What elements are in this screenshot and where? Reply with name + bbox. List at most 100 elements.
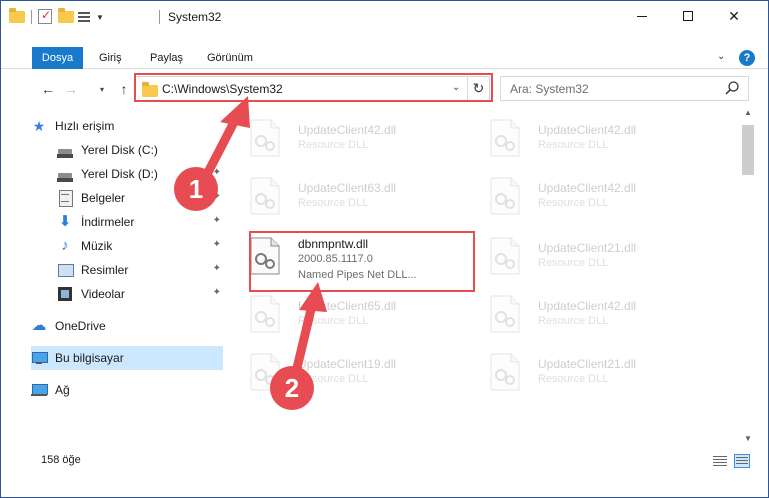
minimize-button[interactable] bbox=[619, 1, 665, 31]
sidebar-item-onedrive[interactable]: ☁ OneDrive bbox=[31, 314, 223, 338]
file-name: UpdateClient42.dll bbox=[298, 123, 397, 137]
sidebar-item-label: Resimler bbox=[81, 263, 129, 277]
sidebar-item-label: Hızlı erişim bbox=[55, 119, 115, 133]
file-description: Named Pipes Net DLL... bbox=[298, 269, 417, 281]
forward-arrow-icon[interactable]: → bbox=[61, 79, 81, 99]
window-title: System32 bbox=[168, 10, 222, 24]
file-item[interactable]: UpdateClient63.dll Resource DLL bbox=[231, 171, 459, 221]
explorer-window: ▼ System32 ✕ Dosya Giriş Paylaş Görünüm … bbox=[0, 0, 769, 498]
dll-file-icon bbox=[249, 177, 281, 215]
file-item[interactable]: UpdateClient42.dll Resource DLL bbox=[471, 113, 699, 163]
file-description: Resource DLL bbox=[538, 139, 609, 151]
file-name: UpdateClient42.dll bbox=[538, 181, 637, 195]
properties-check-icon[interactable] bbox=[38, 8, 54, 25]
download-icon: ⬇ bbox=[58, 213, 72, 230]
recent-locations-icon[interactable]: ▾ bbox=[92, 79, 112, 99]
file-item-dbnmpntw[interactable]: dbnmpntw.dll 2000.85.1117.0 Named Pipes Ne… bbox=[231, 231, 459, 281]
properties-icon[interactable] bbox=[78, 10, 92, 24]
sidebar-item-this-pc[interactable]: Bu bilgisayar bbox=[31, 346, 223, 370]
sidebar-item-local-disk-c[interactable]: Yerel Disk (C:) bbox=[57, 138, 223, 162]
address-bar[interactable]: C:\Windows\System32 ⌄ bbox=[135, 76, 468, 101]
pin-icon[interactable]: ✦ bbox=[213, 287, 221, 298]
file-item[interactable]: UpdateClient19.dll Resource DLL bbox=[231, 347, 459, 397]
new-folder-icon[interactable] bbox=[58, 8, 74, 25]
help-icon[interactable]: ? bbox=[739, 50, 755, 66]
sidebar-item-label: Ağ bbox=[55, 383, 70, 397]
sidebar-item-label: Videolar bbox=[81, 287, 125, 301]
sidebar-item-network[interactable]: Ağ bbox=[31, 378, 223, 402]
sidebar-item-label: Yerel Disk (C:) bbox=[81, 143, 158, 157]
file-item[interactable]: UpdateClient42.dll Resource DLL bbox=[231, 113, 459, 163]
tab-share[interactable]: Paylaş bbox=[140, 47, 193, 69]
dll-file-icon bbox=[489, 295, 521, 333]
vertical-scrollbar[interactable]: ▲ ▼ bbox=[740, 105, 756, 445]
title-separator bbox=[159, 10, 160, 24]
disk-icon bbox=[57, 142, 73, 158]
file-name: UpdateClient21.dll bbox=[538, 241, 637, 255]
search-icon[interactable] bbox=[724, 80, 740, 96]
sidebar-item-label: İndirmeler bbox=[81, 215, 135, 229]
refresh-icon[interactable]: ↻ bbox=[468, 76, 490, 101]
file-item[interactable]: UpdateClient21.dll Resource DLL bbox=[471, 231, 699, 281]
pin-icon[interactable]: ✦ bbox=[213, 239, 221, 250]
up-arrow-icon[interactable]: ↑ bbox=[114, 79, 134, 99]
file-description: Resource DLL bbox=[538, 257, 609, 269]
sidebar-item-quick-access[interactable]: ★ Hızlı erişim bbox=[31, 114, 223, 138]
scroll-down-icon[interactable]: ▼ bbox=[740, 431, 756, 447]
file-name: UpdateClient63.dll bbox=[298, 181, 397, 195]
search-box[interactable] bbox=[500, 76, 749, 101]
sidebar-item-label: Belgeler bbox=[81, 191, 126, 205]
close-button[interactable]: ✕ bbox=[711, 1, 757, 31]
file-name: UpdateClient42.dll bbox=[538, 123, 637, 137]
pin-icon[interactable]: ✦ bbox=[213, 263, 221, 274]
step-badge-1: 1 bbox=[174, 167, 218, 211]
folder-icon[interactable] bbox=[9, 8, 25, 25]
title-bar: ▼ System32 ✕ bbox=[1, 1, 768, 33]
file-name: UpdateClient19.dll bbox=[298, 357, 397, 371]
sidebar-item-label: OneDrive bbox=[55, 319, 106, 333]
file-name: UpdateClient21.dll bbox=[538, 357, 637, 371]
expand-ribbon-icon[interactable]: ⌄ bbox=[717, 51, 725, 62]
videos-icon bbox=[57, 286, 73, 302]
quick-access-toolbar: ▼ bbox=[9, 8, 104, 25]
maximize-button[interactable] bbox=[665, 1, 711, 31]
sidebar-item-videos[interactable]: Videolar ✦ bbox=[57, 282, 223, 306]
customize-toolbar-dropdown-icon[interactable]: ▼ bbox=[96, 13, 104, 22]
sidebar-item-music[interactable]: ♪ Müzik ✦ bbox=[57, 234, 223, 258]
scrollbar-thumb[interactable] bbox=[742, 125, 754, 175]
tab-file[interactable]: Dosya bbox=[32, 47, 83, 69]
close-icon: ✕ bbox=[728, 7, 740, 24]
network-icon bbox=[31, 382, 48, 398]
file-name: dbnmpntw.dll bbox=[298, 237, 369, 251]
file-item[interactable]: UpdateClient21.dll Resource DLL bbox=[471, 347, 699, 397]
tab-view[interactable]: Görünüm bbox=[197, 47, 263, 69]
file-name: UpdateClient42.dll bbox=[538, 299, 637, 313]
file-item[interactable]: UpdateClient65.dll Resource DLL bbox=[231, 289, 459, 339]
search-input[interactable] bbox=[501, 77, 721, 100]
tab-home[interactable]: Giriş bbox=[89, 47, 132, 69]
sidebar-item-pictures[interactable]: Resimler ✦ bbox=[57, 258, 223, 282]
address-dropdown-icon[interactable]: ⌄ bbox=[452, 82, 460, 93]
dll-file-icon bbox=[249, 237, 281, 275]
back-arrow-icon[interactable]: ← bbox=[38, 79, 58, 99]
music-icon: ♪ bbox=[61, 237, 69, 254]
details-view-icon[interactable] bbox=[712, 454, 728, 468]
file-description: Resource DLL bbox=[298, 197, 369, 209]
large-icons-view-icon[interactable] bbox=[734, 454, 750, 468]
scroll-up-icon[interactable]: ▲ bbox=[740, 105, 756, 121]
file-item[interactable]: UpdateClient42.dll Resource DLL bbox=[471, 289, 699, 339]
sidebar-item-downloads[interactable]: ⬇ İndirmeler ✦ bbox=[57, 210, 223, 234]
file-description: Resource DLL bbox=[538, 373, 609, 385]
pin-icon[interactable]: ✦ bbox=[213, 215, 221, 226]
dll-file-icon bbox=[489, 237, 521, 275]
cloud-icon: ☁ bbox=[31, 317, 47, 334]
file-item[interactable]: UpdateClient42.dll Resource DLL bbox=[471, 171, 699, 221]
documents-icon bbox=[57, 190, 73, 207]
dll-file-icon bbox=[249, 119, 281, 157]
navigation-pane: ★ Hızlı erişim Yerel Disk (C:) Yerel Dis… bbox=[1, 111, 229, 441]
toolbar-separator bbox=[31, 10, 32, 24]
pictures-icon bbox=[57, 262, 74, 278]
step-badge-2: 2 bbox=[270, 366, 314, 410]
sidebar-item-label: Müzik bbox=[81, 239, 113, 253]
address-path[interactable]: C:\Windows\System32 bbox=[162, 82, 283, 96]
